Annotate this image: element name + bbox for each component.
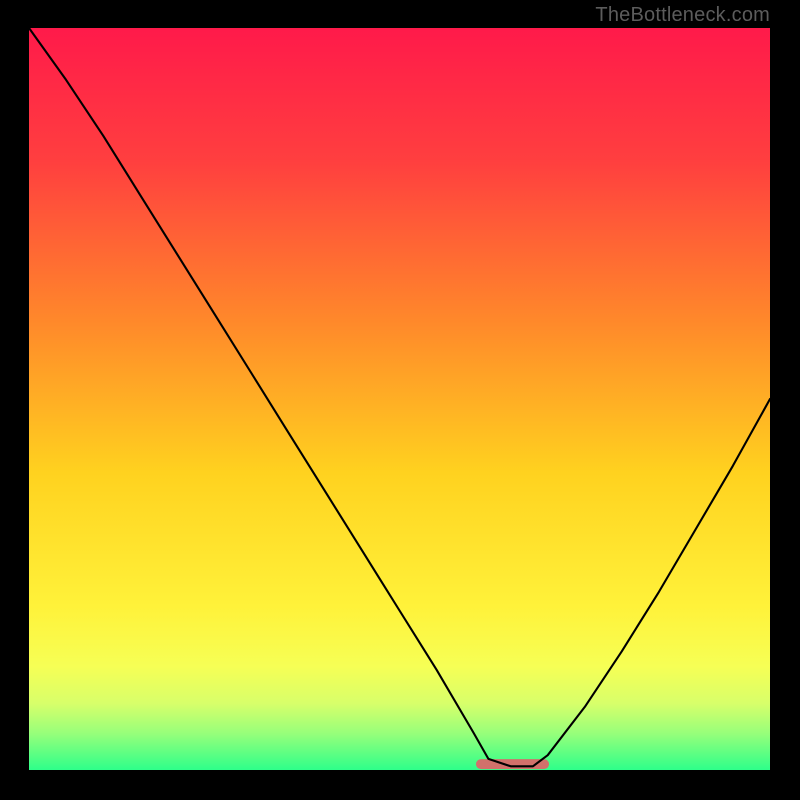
chart-frame: TheBottleneck.com [0, 0, 800, 800]
chart-svg [29, 28, 770, 770]
watermark-text: TheBottleneck.com [595, 4, 770, 27]
bottleneck-curve [29, 28, 770, 766]
chart-plot-area [29, 28, 770, 770]
